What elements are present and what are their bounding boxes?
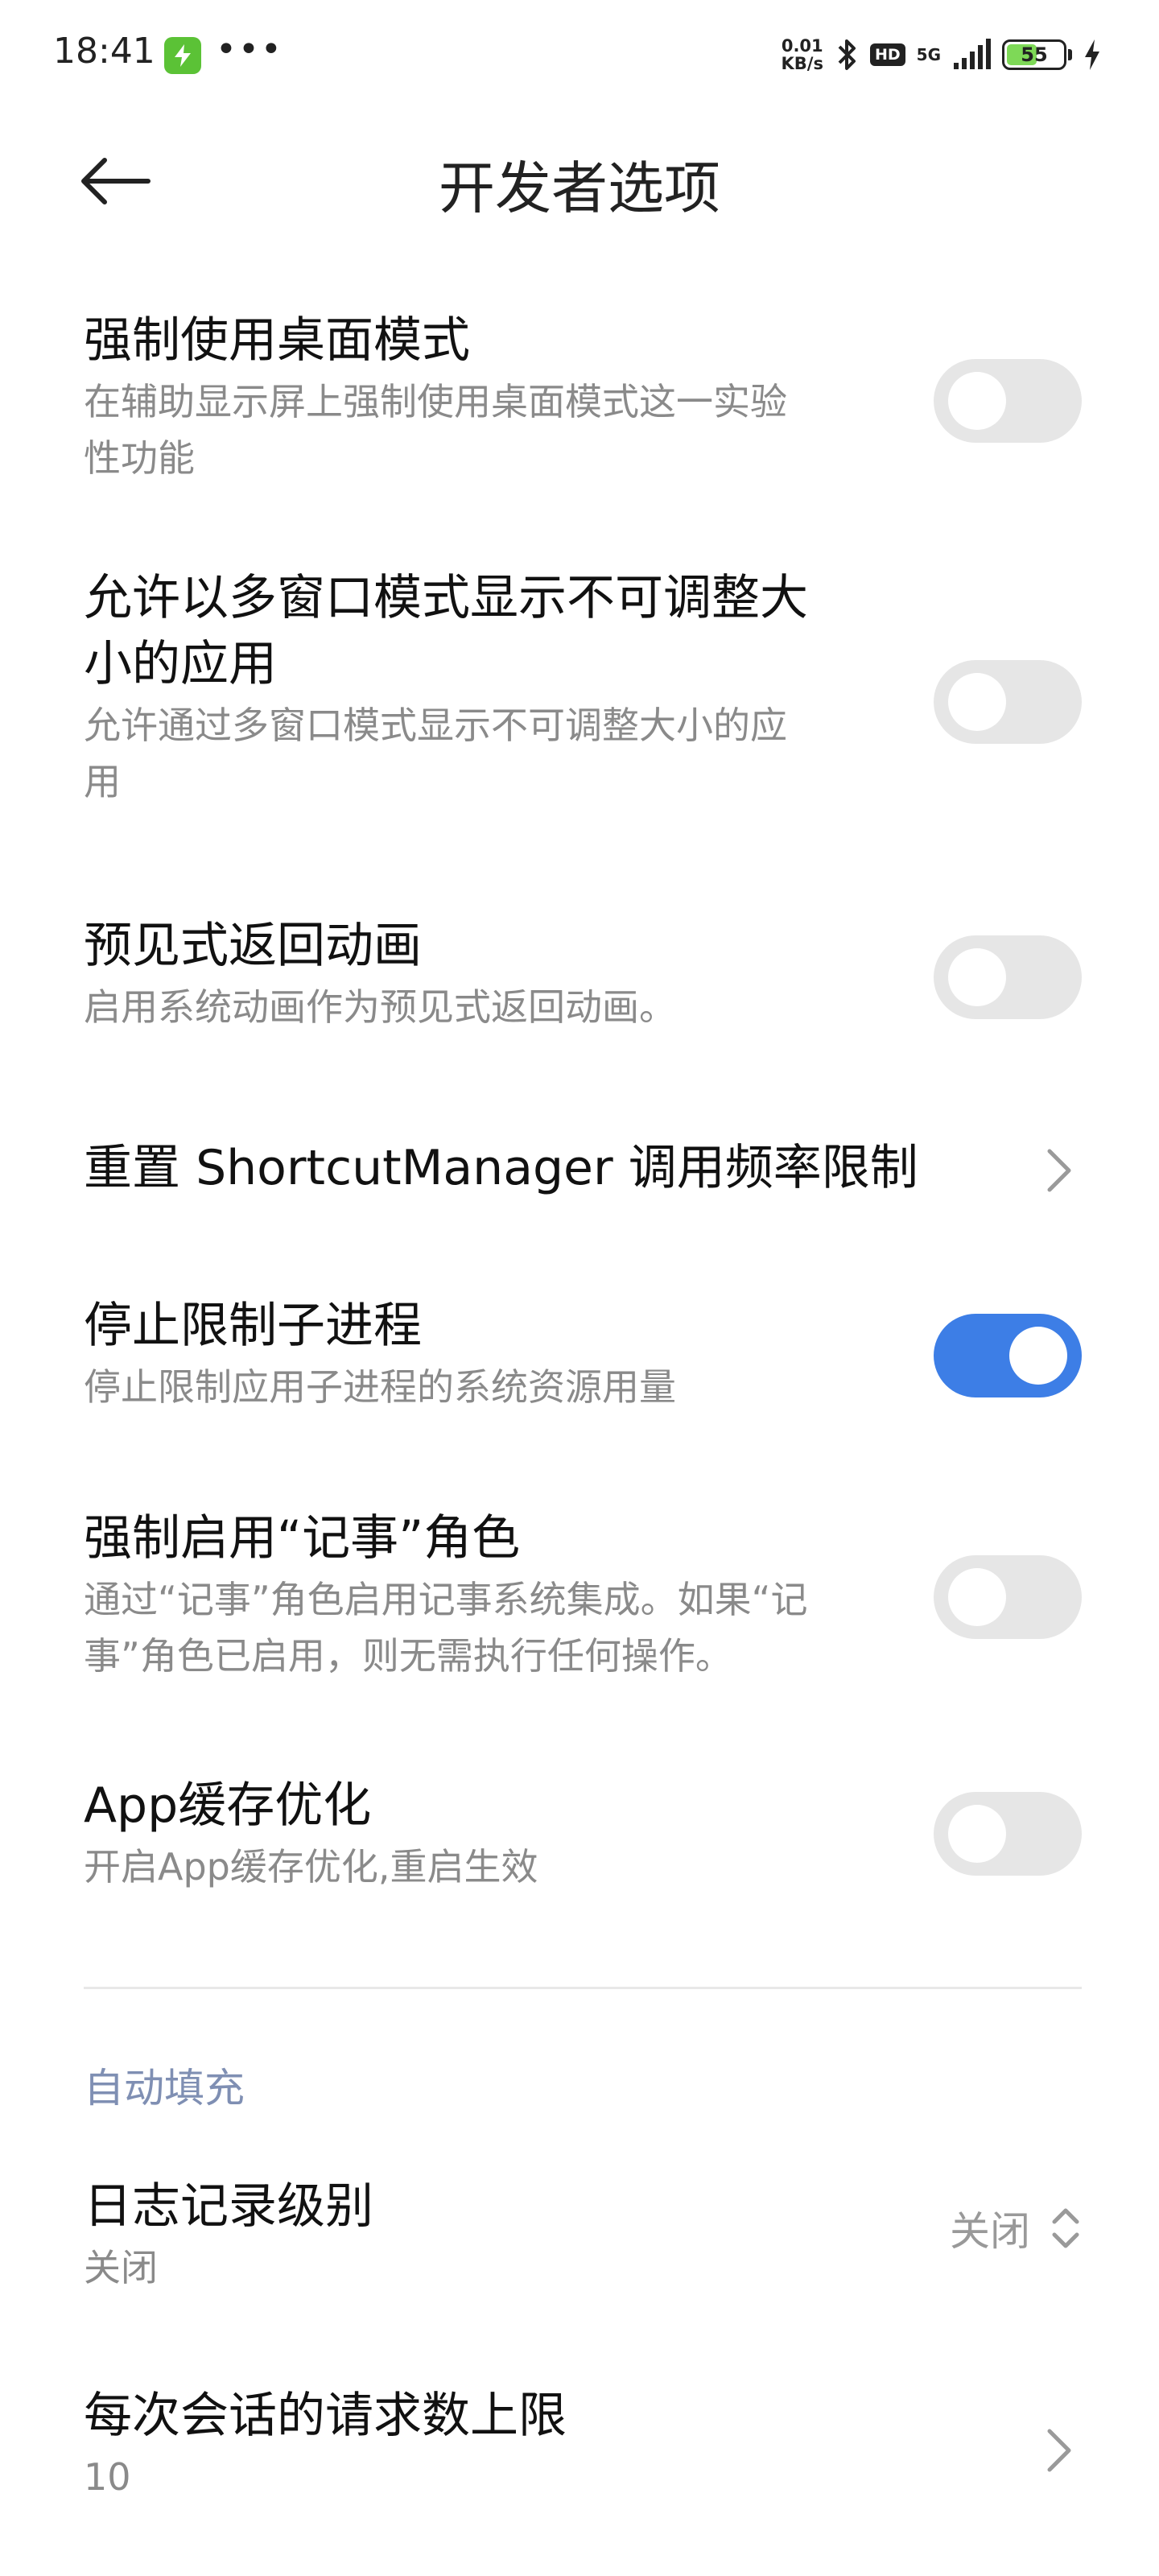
chevron-up-down-icon — [1052, 2208, 1079, 2248]
setting-stop-child-process-limit[interactable]: 停止限制子进程 停止限制应用子进程的系统资源用量 — [84, 1293, 1082, 1422]
setting-reset-shortcutmanager[interactable]: 重置 ShortcutManager 调用频率限制 — [84, 1135, 1082, 1208]
status-bar: 18:41 ••• 0.01 KB/s HD 5G 55 — [0, 0, 1159, 106]
subtitle-line: 在辅助显示屏上强制使用桌面模式这一实验 — [84, 380, 787, 423]
battery-tip — [1068, 49, 1072, 60]
network-speed: 0.01 KB/s — [782, 37, 823, 72]
status-indicators: 0.01 KB/s HD 5G 55 — [782, 32, 1101, 77]
bluetooth-icon — [838, 39, 856, 70]
network-type: 5G — [916, 45, 941, 64]
toggle-switch[interactable] — [934, 1792, 1082, 1876]
setting-title: 重置 ShortcutManager 调用频率限制 — [84, 1140, 918, 1196]
setting-title: App缓存优化 — [84, 1777, 372, 1834]
setting-title: 强制使用桌面模式 — [84, 312, 470, 369]
setting-force-notes-role[interactable]: 强制启用“记事”角色 通过“记事”角色启用记事系统集成。如果“记 事”角色已启用… — [84, 1505, 1082, 1690]
subtitle-line: 事”角色已启用，则无需执行任何操作。 — [84, 1634, 732, 1678]
setting-title: 强制启用“记事”角色 — [84, 1510, 521, 1567]
setting-subtitle: 允许通过多窗口模式显示不可调整大小的应 用 — [84, 697, 1082, 810]
setting-subtitle: 通过“记事”角色启用记事系统集成。如果“记 事”角色已启用，则无需执行任何操作。 — [84, 1571, 1082, 1684]
toggle-knob — [948, 673, 1006, 731]
setting-max-requests-per-session[interactable]: 每次会话的请求数上限 10 — [84, 2383, 1082, 2512]
subtitle-line: 性功能 — [84, 436, 195, 480]
setting-app-cache-optimization[interactable]: App缓存优化 开启App缓存优化,重启生效 — [84, 1773, 1082, 1901]
network-speed-value: 0.01 — [781, 36, 823, 56]
section-header-autofill: 自动填充 — [84, 2065, 245, 2112]
toggle-switch[interactable] — [934, 1555, 1082, 1639]
chevron-right-icon — [1047, 2429, 1071, 2472]
dropdown-value: 关闭 — [950, 2208, 1030, 2255]
setting-subtitle: 开启App缓存优化,重启生效 — [84, 1845, 538, 1889]
hd-badge: HD — [869, 43, 905, 66]
page-title: 开发者选项 — [439, 155, 720, 221]
setting-subtitle: 关闭 — [84, 2246, 158, 2289]
logging-level-dropdown[interactable]: 关闭 — [950, 2199, 1082, 2257]
setting-title: 允许以多窗口模式显示不可调整大 小的应用 — [84, 565, 1082, 697]
subtitle-line: 通过“记事”角色启用记事系统集成。如果“记 — [84, 1578, 808, 1621]
toggle-knob — [1009, 1327, 1067, 1385]
setting-logging-level[interactable]: 日志记录级别 关闭 关闭 — [84, 2174, 1082, 2302]
toggle-knob — [948, 372, 1006, 430]
battery-level: 55 — [1021, 43, 1048, 66]
title-line: 小的应用 — [84, 636, 277, 692]
toggle-switch[interactable] — [934, 935, 1082, 1019]
charging-bolt-icon — [1085, 39, 1099, 70]
setting-title: 预见式返回动画 — [84, 918, 422, 974]
status-time: 18:41 — [53, 31, 155, 72]
setting-title: 停止限制子进程 — [84, 1298, 422, 1354]
setting-subtitle: 10 — [84, 2455, 131, 2499]
setting-subtitle: 停止限制应用子进程的系统资源用量 — [84, 1365, 676, 1409]
header: 开发者选项 — [0, 121, 1159, 242]
section-divider — [84, 1987, 1082, 1989]
toggle-knob — [948, 1568, 1006, 1626]
title-line: 允许以多窗口模式显示不可调整大 — [84, 570, 808, 626]
toggle-knob — [948, 1805, 1006, 1863]
toggle-switch[interactable] — [934, 359, 1082, 443]
subtitle-line: 用 — [84, 760, 121, 803]
battery-indicator: 55 — [1002, 39, 1072, 70]
setting-title: 日志记录级别 — [84, 2178, 373, 2235]
setting-predictive-back[interactable]: 预见式返回动画 启用系统动画作为预见式返回动画。 — [84, 913, 1082, 1042]
signal-icon — [954, 39, 991, 69]
toggle-switch[interactable] — [934, 660, 1082, 744]
setting-subtitle: 在辅助显示屏上强制使用桌面模式这一实验 性功能 — [84, 374, 1082, 486]
setting-title: 每次会话的请求数上限 — [84, 2388, 567, 2444]
charging-icon — [164, 37, 201, 74]
network-speed-unit: KB/s — [781, 54, 823, 73]
setting-multi-window-nonresizable[interactable]: 允许以多窗口模式显示不可调整大 小的应用 允许通过多窗口模式显示不可调整大小的应… — [84, 565, 1082, 823]
chevron-right-icon — [1047, 1149, 1071, 1192]
setting-subtitle: 启用系统动画作为预见式返回动画。 — [84, 985, 676, 1029]
battery-icon: 55 — [1002, 39, 1066, 70]
toggle-knob — [948, 948, 1006, 1006]
more-notifications-icon: ••• — [216, 29, 283, 70]
toggle-switch[interactable] — [934, 1314, 1082, 1397]
setting-force-desktop-mode[interactable]: 强制使用桌面模式 在辅助显示屏上强制使用桌面模式这一实验 性功能 — [84, 308, 1082, 493]
subtitle-line: 允许通过多窗口模式显示不可调整大小的应 — [84, 704, 787, 747]
